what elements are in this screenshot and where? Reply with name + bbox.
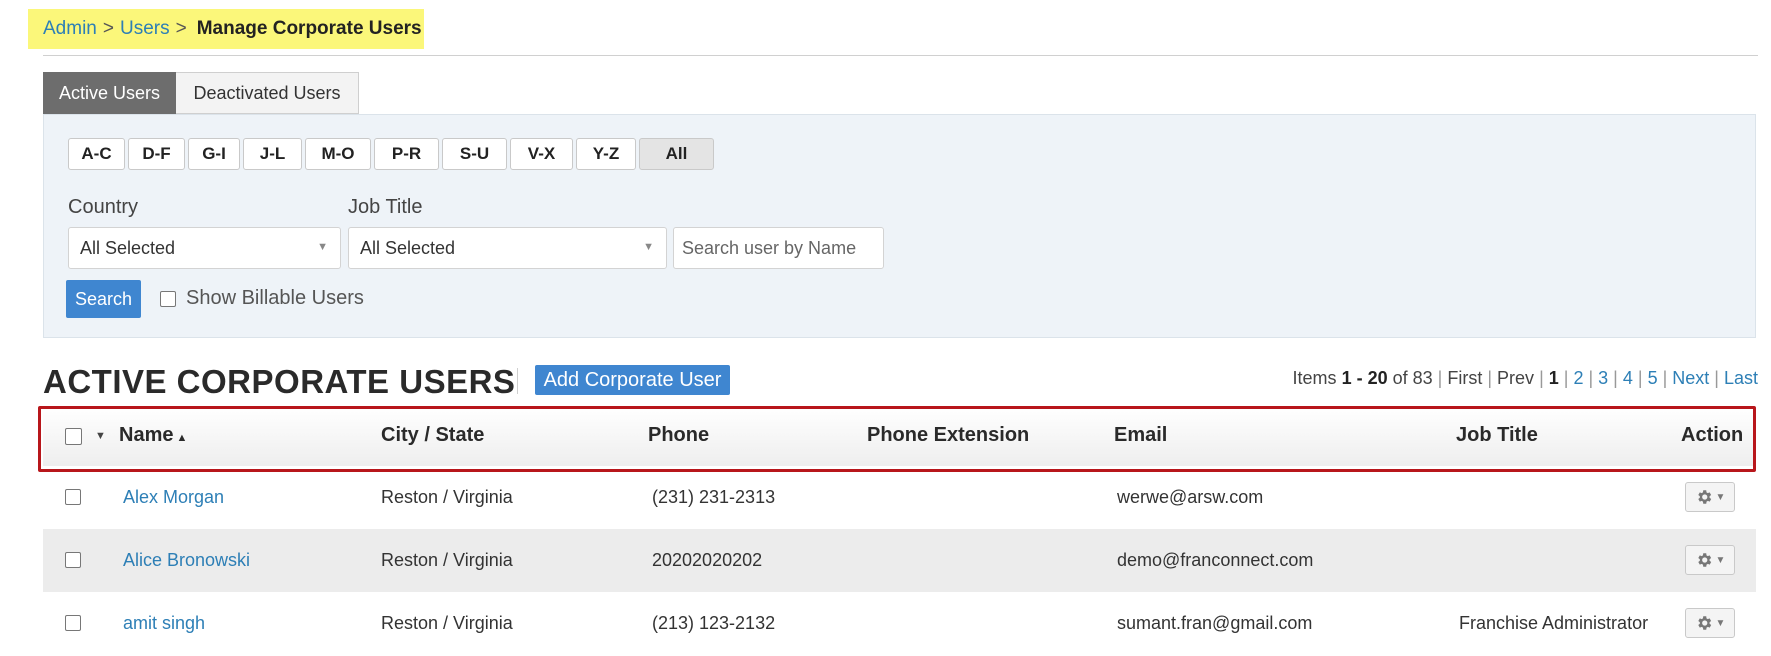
user-status-tabs: Active Users Deactivated Users [43,72,359,114]
letter-filter-d-f[interactable]: D-F [128,138,185,170]
gear-icon [1697,553,1711,567]
add-corporate-user-button[interactable]: Add Corporate User [535,365,730,395]
job-title-select-value: All Selected [360,237,456,258]
pager-first: First [1447,368,1483,388]
letter-filter-j-l[interactable]: J-L [243,138,302,170]
row-checkbox[interactable] [65,615,81,631]
pager-page-2[interactable]: 2 [1573,368,1583,389]
column-header-phone-extension[interactable]: Phone Extension [867,424,1029,447]
breadcrumb-separator: > [175,18,187,39]
header-divider [43,55,1758,56]
search-user-input[interactable] [673,227,884,269]
job-title-select[interactable]: All Selected ▼ [348,227,667,269]
breadcrumb: Admin > Users > Manage Corporate Users [28,9,424,49]
row-action-menu-button[interactable]: ▼ [1685,608,1735,638]
column-header-phone[interactable]: Phone [648,424,709,447]
user-name-link[interactable]: Alex Morgan [123,487,224,508]
tab-active-users[interactable]: Active Users [43,72,176,114]
email-cell: werwe@arsw.com [1117,487,1264,507]
email-cell: sumant.fran@gmail.com [1117,613,1313,633]
pager-page-3[interactable]: 3 [1598,368,1608,389]
pager-prev: Prev [1497,368,1535,388]
letter-filter-p-r[interactable]: P-R [374,138,439,170]
pager-last[interactable]: Last [1724,368,1758,389]
country-label: Country [68,196,139,218]
letter-filter-m-o[interactable]: M-O [305,138,371,170]
pagination: Items 1 - 20 of 83 | First | Prev | 1 | … [1292,368,1758,389]
email-cell: demo@franconnect.com [1117,550,1314,570]
breadcrumb-admin-link[interactable]: Admin [43,18,97,40]
pager-current-page: 1 [1548,368,1559,388]
job-title-cell: Franchise Administrator [1459,613,1649,633]
column-header-name[interactable]: Name ▲ [119,424,187,447]
items-label: Items [1292,368,1337,388]
letter-filter-g-i[interactable]: G-I [188,138,240,170]
user-name-link[interactable]: amit singh [123,613,205,634]
letter-filter-s-u[interactable]: S-U [442,138,507,170]
job-title-label: Job Title [348,196,423,218]
letter-filter-y-z[interactable]: Y-Z [576,138,636,170]
items-range: 1 - 20 [1341,368,1388,388]
title-divider [517,368,518,394]
table-row: Alex Morgan Reston / Virginia (231) 231-… [43,466,1756,529]
gear-icon [1697,616,1711,630]
alphabet-filter: A-C D-F G-I J-L M-O P-R S-U V-X Y-Z All [68,138,714,170]
chevron-down-icon: ▼ [643,241,654,253]
phone-cell: (213) 123-2132 [652,613,776,633]
phone-cell: 20202020202 [652,550,763,570]
breadcrumb-users-link[interactable]: Users [120,18,170,40]
table-row: Alice Bronowski Reston / Virginia 202020… [43,529,1756,592]
pager-page-5[interactable]: 5 [1648,368,1658,389]
select-all-checkbox[interactable] [65,428,82,445]
chevron-down-icon: ▼ [1715,554,1726,566]
pager-page-4[interactable]: 4 [1623,368,1633,389]
country-select-value: All Selected [80,237,176,258]
letter-filter-v-x[interactable]: V-X [510,138,573,170]
search-button[interactable]: Search [66,280,141,318]
phone-cell: (231) 231-2313 [652,487,776,507]
sort-ascending-icon: ▲ [176,432,188,444]
items-total: 83 [1412,368,1433,388]
city-state-cell: Reston / Virginia [381,613,513,633]
country-select[interactable]: All Selected ▼ [68,227,341,269]
city-state-cell: Reston / Virginia [381,550,513,570]
row-checkbox[interactable] [65,489,81,505]
gear-icon [1697,490,1711,504]
column-header-name-label: Name [119,424,174,446]
tab-deactivated-users[interactable]: Deactivated Users [176,72,359,114]
column-header-job-title[interactable]: Job Title [1456,424,1538,447]
breadcrumb-separator: > [102,18,114,39]
table-header: ▼ Name ▲ City / State Phone Phone Extensi… [43,407,1756,466]
row-action-menu-button[interactable]: ▼ [1685,482,1735,512]
letter-filter-a-c[interactable]: A-C [68,138,125,170]
user-name-link[interactable]: Alice Bronowski [123,550,250,571]
chevron-down-icon: ▼ [317,241,328,253]
column-header-action: Action [1681,424,1744,446]
row-action-menu-button[interactable]: ▼ [1685,545,1735,575]
chevron-down-icon: ▼ [1715,617,1726,629]
table-row: amit singh Reston / Virginia (213) 123-2… [43,592,1756,655]
show-billable-users-option[interactable]: Show Billable Users [160,287,364,310]
show-billable-users-label: Show Billable Users [186,287,364,309]
city-state-cell: Reston / Virginia [381,487,513,507]
row-checkbox[interactable] [65,552,81,568]
chevron-down-icon[interactable]: ▼ [95,430,106,442]
page-title: ACTIVE CORPORATE USERS [43,363,516,400]
column-header-email[interactable]: Email [1114,424,1167,447]
column-header-city-state[interactable]: City / State [381,424,484,447]
chevron-down-icon: ▼ [1715,491,1726,503]
pager-next[interactable]: Next [1672,368,1709,389]
breadcrumb-current: Manage Corporate Users [196,18,422,39]
letter-filter-all[interactable]: All [639,138,714,170]
show-billable-users-checkbox[interactable] [160,290,176,307]
filter-panel: A-C D-F G-I J-L M-O P-R S-U V-X Y-Z All … [43,114,1756,338]
items-of-label: of [1392,368,1408,388]
